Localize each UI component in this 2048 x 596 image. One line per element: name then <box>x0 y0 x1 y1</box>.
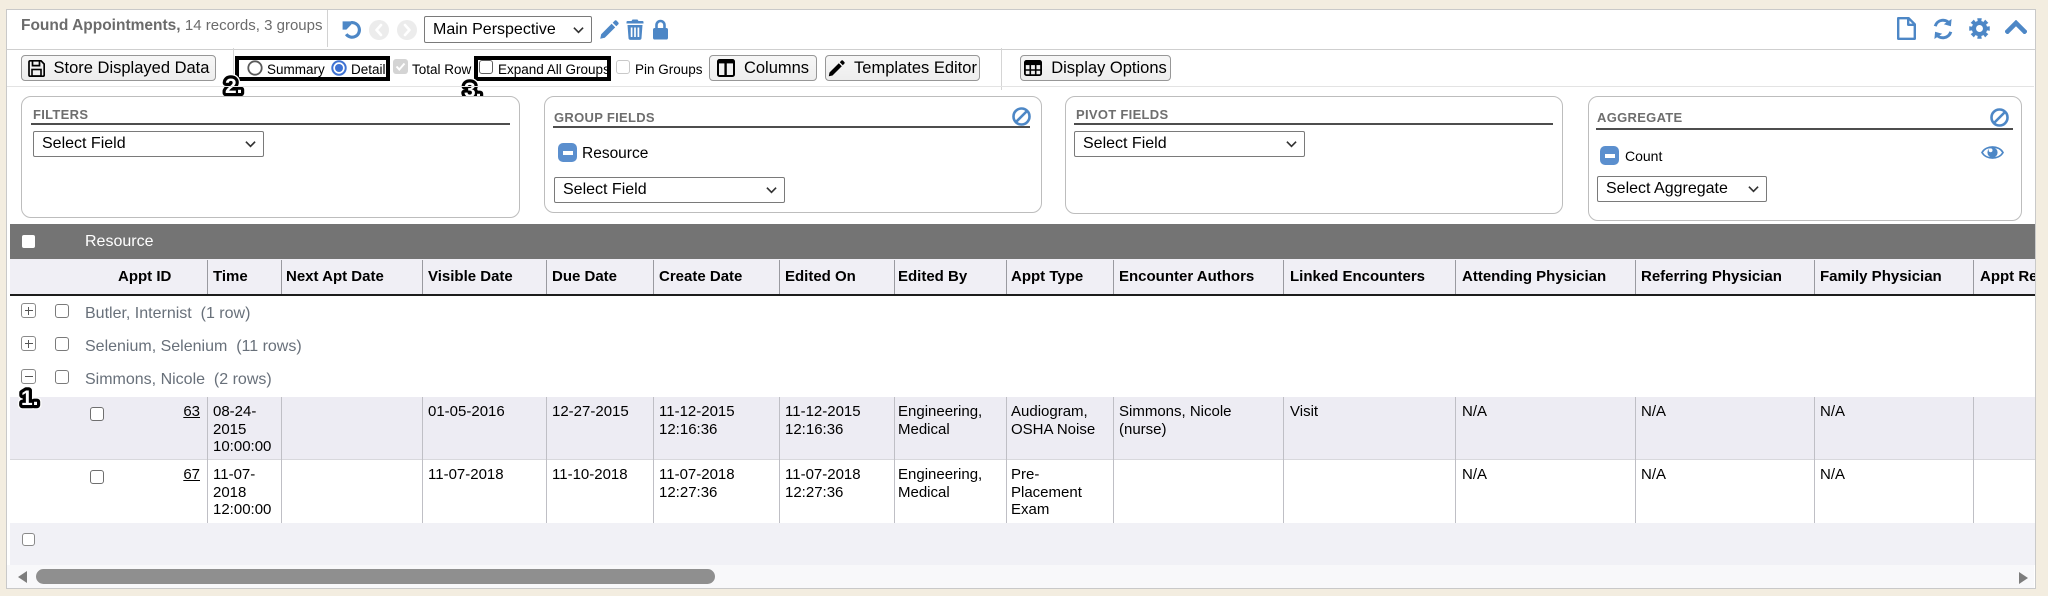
svg-text:1.: 1. <box>21 387 39 410</box>
